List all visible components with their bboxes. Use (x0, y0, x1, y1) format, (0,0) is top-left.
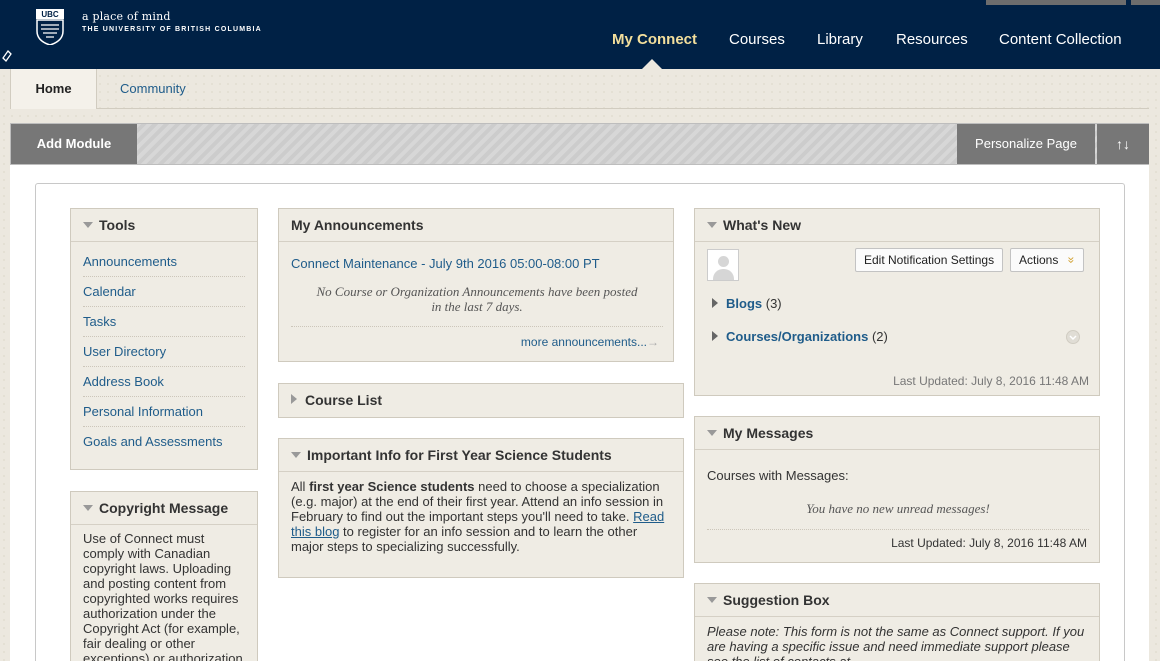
expand-icon[interactable] (712, 331, 718, 341)
header-tab-strip-small[interactable] (1131, 0, 1160, 5)
copyright-header[interactable]: Copyright Message (71, 492, 257, 525)
messages-label: Courses with Messages: (707, 468, 849, 483)
tagline: a place of mind THE UNIVERSITY OF BRITIS… (82, 10, 262, 33)
collapse-icon[interactable] (707, 430, 717, 436)
page-toolbar: Add Module Personalize Page ↑↓ (10, 123, 1149, 165)
tab-community[interactable]: Community (120, 69, 186, 109)
edit-notification-settings-button[interactable]: Edit Notification Settings (855, 248, 1004, 272)
announcements-empty-line1: No Course or Organization Announcements … (316, 284, 638, 299)
messages-header[interactable]: My Messages (695, 417, 1099, 450)
important-info-header[interactable]: Important Info for First Year Science St… (279, 439, 683, 472)
expand-icon[interactable] (291, 394, 297, 404)
avatar (707, 249, 739, 281)
important-info-title: Important Info for First Year Science St… (307, 447, 612, 463)
sub-tabs: Home Community (10, 69, 1149, 109)
suggestion-box-title: Suggestion Box (723, 592, 830, 608)
whats-new-updated: Last Updated: July 8, 2016 11:48 AM (893, 374, 1089, 388)
svg-text:UBC: UBC (41, 10, 59, 19)
copyright-module: Copyright Message Use of Connect must co… (70, 491, 258, 661)
messages-empty: You have no new unread messages! (806, 501, 990, 516)
important-info-module: Important Info for First Year Science St… (278, 438, 684, 578)
personalize-page-button[interactable]: Personalize Page (957, 124, 1095, 164)
tagline-place-of-mind: a place of mind (82, 10, 171, 23)
more-announcements-label: more announcements... (520, 335, 647, 349)
messages-module: My Messages Courses with Messages: You h… (694, 416, 1100, 563)
announcements-empty-line2: in the last 7 days. (431, 299, 523, 314)
tools-link-address-book[interactable]: Address Book (83, 367, 245, 397)
nav-resources[interactable]: Resources (896, 31, 968, 48)
tools-link-announcements[interactable]: Announcements (83, 247, 245, 277)
announcements-module: My Announcements Connect Maintenance - J… (278, 208, 674, 362)
nav-my-connect[interactable]: My Connect (612, 31, 697, 48)
courses-label: Courses/Organizations (726, 329, 869, 344)
announcements-title: My Announcements (291, 217, 424, 233)
announcements-empty: No Course or Organization Announcements … (291, 284, 663, 314)
tools-list: Announcements Calendar Tasks User Direct… (71, 242, 257, 457)
messages-updated: Last Updated: July 8, 2016 11:48 AM (891, 536, 1087, 550)
top-header: UBC a place of mind THE UNIVERSITY OF BR… (0, 0, 1160, 69)
more-announcements-link[interactable]: more announcements...→ (521, 335, 659, 349)
actions-label: Actions (1019, 253, 1059, 267)
main-navigation: My Connect Courses Library Resources Con… (0, 31, 1160, 51)
courses-count: (2) (871, 329, 888, 344)
divider (291, 326, 663, 327)
tab-home[interactable]: Home (10, 69, 97, 109)
suggestion-box-header[interactable]: Suggestion Box (695, 584, 1099, 617)
course-list-module: Course List (278, 383, 684, 418)
tools-link-tasks[interactable]: Tasks (83, 307, 245, 337)
whats-new-header[interactable]: What's New (695, 209, 1099, 242)
add-module-button[interactable]: Add Module (11, 124, 137, 164)
reorder-icon[interactable]: ↑↓ (1097, 124, 1149, 164)
tools-link-user-directory[interactable]: User Directory (83, 337, 245, 367)
nav-library[interactable]: Library (817, 31, 863, 48)
suggestion-box-module: Suggestion Box Please note: This form is… (694, 583, 1100, 661)
tools-title: Tools (99, 217, 136, 233)
important-text-3: to register for an info session and to l… (291, 524, 638, 554)
course-list-title: Course List (305, 392, 383, 408)
nav-content-collection[interactable]: Content Collection (999, 31, 1122, 48)
nav-courses[interactable]: Courses (729, 31, 785, 48)
active-nav-indicator (642, 59, 662, 69)
messages-title: My Messages (723, 425, 814, 441)
announcement-link[interactable]: Connect Maintenance - July 9th 2016 05:0… (291, 256, 600, 271)
tools-link-goals[interactable]: Goals and Assessments (83, 427, 245, 457)
collapse-icon[interactable] (707, 597, 717, 603)
expand-icon[interactable] (712, 298, 718, 308)
important-bold: first year Science students (309, 479, 475, 494)
arrow-right-icon: → (647, 335, 659, 349)
collapse-icon[interactable] (707, 222, 717, 228)
course-list-header[interactable]: Course List (279, 384, 683, 417)
header-tab-strip[interactable] (986, 0, 1126, 5)
blogs-count: (3) (765, 296, 782, 311)
link-icon[interactable] (2, 49, 12, 65)
tools-header[interactable]: Tools (71, 209, 257, 242)
whats-new-blogs[interactable]: Blogs (3) (712, 296, 782, 311)
copyright-body: Use of Connect must comply with Canadian… (83, 531, 243, 661)
announcements-header[interactable]: My Announcements (279, 209, 673, 242)
chevron-down-icon[interactable] (1066, 330, 1080, 344)
important-info-body: All first year Science students need to … (279, 472, 683, 561)
whats-new-title: What's New (723, 217, 802, 233)
collapse-icon[interactable] (83, 222, 93, 228)
actions-button[interactable]: Actions » (1010, 248, 1084, 272)
important-text-1: All (291, 479, 310, 494)
collapse-icon[interactable] (83, 505, 93, 511)
whats-new-courses[interactable]: Courses/Organizations (2) (712, 329, 888, 344)
collapse-icon[interactable] (291, 452, 301, 458)
suggestion-note: Please note: This form is not the same a… (707, 624, 1085, 661)
chevron-down-icon: » (1064, 256, 1079, 264)
tools-link-personal-information[interactable]: Personal Information (83, 397, 245, 427)
copyright-title: Copyright Message (99, 500, 229, 516)
blogs-label: Blogs (726, 296, 763, 311)
tools-module: Tools Announcements Calendar Tasks User … (70, 208, 258, 470)
divider (707, 529, 1089, 530)
tools-link-calendar[interactable]: Calendar (83, 277, 245, 307)
whats-new-module: What's New Edit Notification Settings Ac… (694, 208, 1100, 396)
